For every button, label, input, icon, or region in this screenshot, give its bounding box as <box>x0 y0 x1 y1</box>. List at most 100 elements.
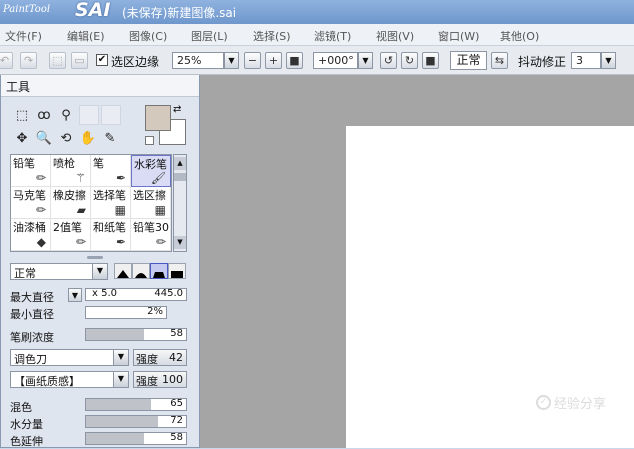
zoom-dropdown[interactable]: ▼ <box>224 52 239 69</box>
brush-scrollbar[interactable]: ▲ ▼ <box>173 154 187 252</box>
selection-edge-checkbox[interactable]: ✔ <box>96 54 108 66</box>
texture2-strength-value: 100 <box>162 373 183 386</box>
shape-flat-icon <box>171 271 183 278</box>
brush-label: 水彩笔 <box>134 158 167 171</box>
rotation-field[interactable]: +000° <box>313 52 358 69</box>
scroll-thumb[interactable] <box>174 173 186 181</box>
pencil-icon: ✏ <box>35 171 46 185</box>
rotation-reset-button[interactable]: ■ <box>422 52 439 69</box>
brush-label: 笔 <box>93 157 104 170</box>
eyedropper-icon[interactable]: ✎ <box>101 129 119 147</box>
brush-shape-soft[interactable] <box>150 263 168 279</box>
menu-file[interactable]: 文件(F) <box>5 28 42 44</box>
lasso-icon[interactable]: ꝏ <box>35 106 53 124</box>
brush-marker[interactable]: 马克笔 ✏ <box>11 187 51 219</box>
brush-label: 铅笔 <box>13 157 35 170</box>
blend-slider[interactable]: 65 <box>85 398 187 411</box>
texture1-strength[interactable]: 强度 42 <box>133 349 187 366</box>
washi-pen-icon: ✒ <box>115 235 126 249</box>
texture1-select[interactable]: 调色刀 ▼ <box>10 349 129 366</box>
invert-selection-icon: ▭ <box>74 54 85 67</box>
persistence-label: 色延伸 <box>10 435 43 448</box>
stabilizer-dropdown[interactable]: ▼ <box>601 52 616 69</box>
undo-button[interactable]: ↶ <box>0 52 13 69</box>
scroll-down-icon[interactable]: ▼ <box>174 236 186 249</box>
brush-bucket[interactable]: 油漆桶 ◆ <box>11 219 51 251</box>
blend-label: 混色 <box>10 401 32 414</box>
min-size-value: 2% <box>147 306 163 317</box>
scroll-up-icon[interactable]: ▲ <box>174 157 186 170</box>
select-pen-icon: ▦ <box>114 203 126 217</box>
rotation-dropdown[interactable]: ▼ <box>358 52 373 69</box>
texture2-select[interactable]: 【画纸质感】 ▼ <box>10 371 129 388</box>
zoom-in-icon: + <box>268 54 279 67</box>
flip-button[interactable]: ⇆ <box>491 52 508 69</box>
redo-button[interactable]: ↷ <box>20 52 37 69</box>
brush-pen[interactable]: 笔 ✒ <box>91 155 131 187</box>
brush-select-eraser[interactable]: 选区擦 ▦ <box>131 187 171 219</box>
texture1-strength-value: 42 <box>169 351 183 364</box>
menu-view[interactable]: 视图(V) <box>376 28 414 44</box>
watermark: ✓ 经验分享 <box>536 392 618 412</box>
rect-select-icon[interactable]: ⬚ <box>13 106 31 124</box>
rotate-view-icon[interactable]: ⟲ <box>57 129 75 147</box>
deselect-button[interactable]: ⬚ <box>49 52 66 69</box>
brush-watercolor[interactable]: 水彩笔 🖌 <box>131 155 171 187</box>
water-slider[interactable]: 72 <box>85 415 187 428</box>
invert-selection-button[interactable]: ▭ <box>71 52 88 69</box>
brush-pencil30[interactable]: 铅笔30 ✏ <box>131 219 171 251</box>
menu-layer[interactable]: 图层(L) <box>191 28 228 44</box>
max-size-value: 445.0 <box>154 288 183 299</box>
max-size-dropdown[interactable]: ▼ <box>68 288 82 302</box>
menu-edit[interactable]: 编辑(E) <box>67 28 105 44</box>
density-slider[interactable]: 58 <box>85 328 187 341</box>
empty-tool-slot <box>101 105 121 125</box>
rotate-cw-button[interactable]: ↻ <box>401 52 418 69</box>
brush-label: 铅笔30 <box>133 221 169 234</box>
menu-image[interactable]: 图像(C) <box>129 28 167 44</box>
logo-small-text: PaintTool <box>3 4 51 15</box>
zoom-field[interactable]: 25% <box>172 52 224 69</box>
min-size-slider[interactable]: 2% <box>85 306 167 319</box>
primary-color-swatch[interactable] <box>145 105 171 131</box>
stabilizer-label: 抖动修正 <box>518 55 567 69</box>
brush-eraser[interactable]: 橡皮擦 ▰ <box>51 187 91 219</box>
brush-shape-medium[interactable] <box>132 263 150 279</box>
chevron-down-icon: ▼ <box>605 56 612 65</box>
brush-pencil[interactable]: 铅笔 ✏ <box>11 155 51 187</box>
toolbar: ↶ ↷ ⬚ ▭ ✔ 选区边缘 25% ▼ − + ■ +000° ▼ ↺ ↻ ■… <box>0 46 634 75</box>
swap-colors-icon[interactable]: ⇄ <box>173 104 181 115</box>
zoom-reset-button[interactable]: ■ <box>286 52 303 69</box>
move-icon[interactable]: ✥ <box>13 129 31 147</box>
panel-grip[interactable] <box>87 256 103 259</box>
hand-icon[interactable]: ✋ <box>79 129 97 147</box>
transparent-color-icon[interactable] <box>145 136 154 145</box>
app-logo: PaintTool SAI <box>3 0 115 24</box>
brush-washi[interactable]: 和纸笔 ✒ <box>91 219 131 251</box>
magic-wand-icon[interactable]: ⚲ <box>57 106 75 124</box>
brush-label: 油漆桶 <box>13 221 46 234</box>
zoom-in-button[interactable]: + <box>265 52 282 69</box>
texture2-strength[interactable]: 强度 100 <box>133 371 187 388</box>
brush-shape-flat[interactable] <box>168 263 186 279</box>
mode-select[interactable]: 正常 ▼ <box>10 263 108 280</box>
watermark-icon: ✓ <box>536 394 551 410</box>
brush-binary-pen[interactable]: 2值笔 ✏ <box>51 219 91 251</box>
density-value: 58 <box>170 328 183 339</box>
brush-select-pen[interactable]: 选择笔 ▦ <box>91 187 131 219</box>
logo-big-text: SAI <box>75 0 111 21</box>
brush-grid: 铅笔 ✏ 喷枪 ⚚ 笔 ✒ 水彩笔 🖌 马克笔 ✏ 橡皮擦 ▰ 选择笔 ▦ 选区擦 ▦ 油漆桶 ◆… <box>10 154 172 252</box>
brush-shape-sharp[interactable] <box>114 263 132 279</box>
menu-other[interactable]: 其他(O) <box>500 28 539 44</box>
rotate-ccw-button[interactable]: ↺ <box>380 52 397 69</box>
menu-select[interactable]: 选择(S) <box>253 28 291 44</box>
menu-window[interactable]: 窗口(W) <box>438 28 479 44</box>
persistence-slider[interactable]: 58 <box>85 432 187 445</box>
blend-mode-button[interactable]: 正常 <box>450 51 487 70</box>
zoom-out-button[interactable]: − <box>244 52 261 69</box>
menu-filter[interactable]: 滤镜(T) <box>314 28 351 44</box>
stabilizer-field[interactable]: 3 <box>571 52 601 69</box>
brush-airbrush[interactable]: 喷枪 ⚚ <box>51 155 91 187</box>
max-size-slider[interactable]: x 5.0 445.0 <box>85 288 187 301</box>
zoom-icon[interactable]: 🔍 <box>35 129 53 147</box>
